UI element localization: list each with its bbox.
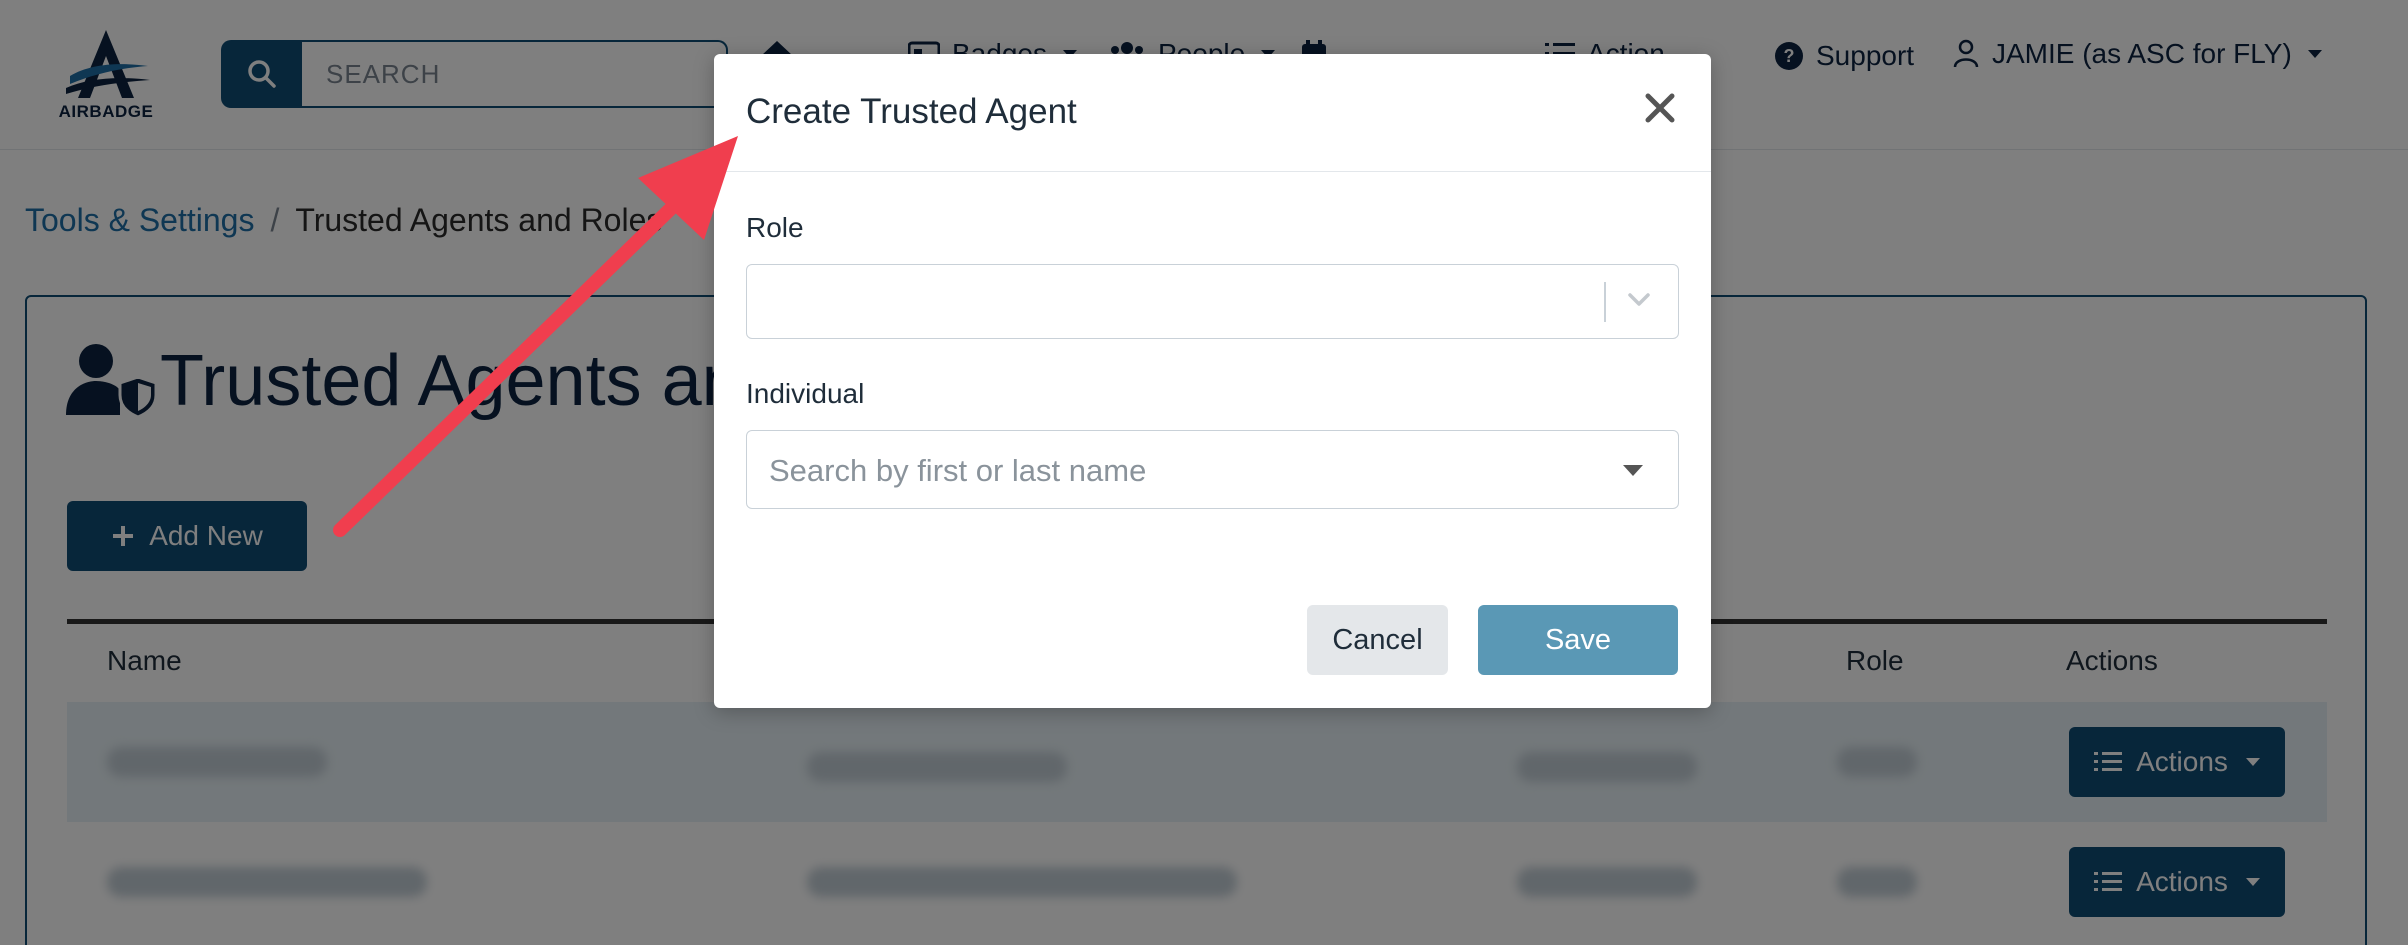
role-select[interactable] bbox=[746, 264, 1679, 339]
close-icon bbox=[1645, 93, 1675, 123]
select-divider bbox=[1604, 282, 1606, 322]
role-label: Role bbox=[746, 212, 804, 243]
chevron-down-icon[interactable] bbox=[1627, 291, 1651, 309]
caret-down-icon[interactable] bbox=[1623, 465, 1643, 476]
save-button[interactable]: Save bbox=[1478, 605, 1678, 675]
individual-label: Individual bbox=[746, 378, 865, 409]
cancel-button[interactable]: Cancel bbox=[1307, 605, 1448, 675]
modal-header: Create Trusted Agent bbox=[714, 54, 1711, 172]
close-modal-button[interactable] bbox=[1634, 82, 1686, 134]
modal-title: Create Trusted Agent bbox=[746, 92, 1077, 131]
individual-search-select[interactable]: Search by first or last name bbox=[746, 430, 1679, 509]
individual-placeholder: Search by first or last name bbox=[769, 453, 1147, 488]
create-trusted-agent-modal: Create Trusted Agent Role Individual Sea… bbox=[714, 54, 1711, 708]
